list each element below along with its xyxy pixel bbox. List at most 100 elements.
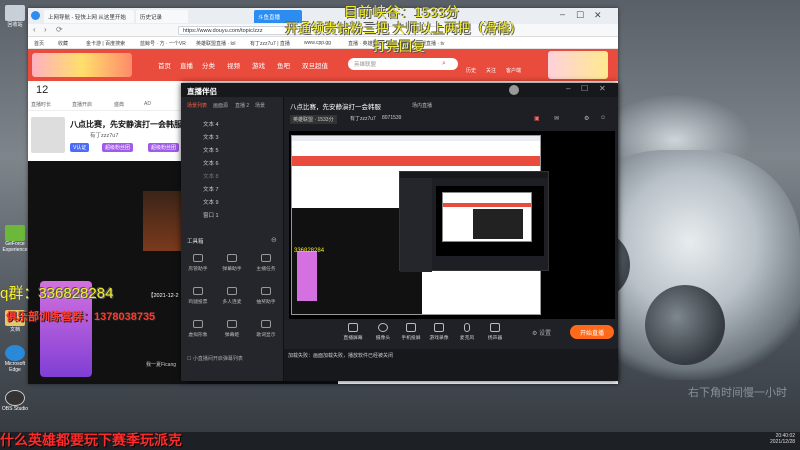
game-record-button[interactable]: 游戏录像	[428, 323, 450, 341]
checkbox-danmaku[interactable]: ☐ 小直播间开启弹幕列表	[187, 355, 243, 362]
tab-history[interactable]: 历史记录	[136, 10, 188, 23]
start-stream-button[interactable]: 开始直播	[570, 325, 614, 339]
badge: 超级粉丝团	[148, 143, 180, 152]
close-icon[interactable]: ✕	[594, 10, 602, 21]
scene-item[interactable]: 文本 3	[185, 130, 281, 142]
nav-game[interactable]: 游戏	[252, 60, 265, 70]
tool-icon	[227, 254, 237, 262]
overlay-time-hint: 右下角时间慢一小时	[688, 387, 787, 399]
monitor-icon	[348, 323, 358, 332]
preview-deep-nest	[442, 192, 532, 242]
tool-button[interactable]: 主播任务	[253, 252, 279, 280]
scene-item[interactable]: 文本 8	[185, 169, 281, 181]
minimize-icon[interactable]: –	[566, 84, 570, 93]
bookmark-item[interactable]: 蓝鲸号 · 方 · 一个VR	[140, 40, 186, 47]
tool-button[interactable]: 鸡腿投票	[185, 285, 211, 313]
tab-live[interactable]: 直播 2	[235, 102, 249, 109]
phone-cast-button[interactable]: 手机投屏	[400, 323, 422, 341]
speaker-button[interactable]: 扬声器	[484, 323, 506, 341]
tab-nav[interactable]: 上网导航 - 轻快上网 从这里开始	[44, 10, 134, 23]
nav-fishbar[interactable]: 鱼吧	[277, 60, 290, 70]
camera-icon	[378, 323, 388, 332]
scene-item[interactable]: 文本 7	[185, 182, 281, 194]
tool-button[interactable]: 多人连麦	[219, 285, 245, 313]
edge-icon	[5, 345, 25, 361]
stream-preview[interactable]: 336828284	[289, 131, 615, 319]
camera-button[interactable]: 摄像头	[372, 323, 394, 341]
phone-icon	[406, 323, 416, 332]
tab-scene[interactable]: 场景	[255, 102, 265, 109]
microphone-icon	[464, 323, 470, 332]
settings-icon[interactable]: ⚙ 设置	[532, 328, 551, 337]
back-icon[interactable]: ‹	[33, 25, 36, 34]
toolbox-more-icon[interactable]: ⊖	[271, 236, 277, 244]
tab-sources[interactable]: 画面源	[213, 102, 228, 109]
video-caption: 我一夏Ficang	[146, 362, 177, 368]
tool-button[interactable]: 抽奖助手	[253, 285, 279, 313]
minimize-icon[interactable]: –	[560, 9, 565, 19]
stream-mode[interactable]: 场内直播	[412, 102, 432, 109]
streamer-avatar[interactable]	[31, 117, 65, 153]
tool-button[interactable]: 弹幕助手	[219, 252, 245, 280]
header-client[interactable]: 客户端	[506, 67, 521, 74]
stream-title[interactable]: 八点比赛，先安静演打一会韩服	[290, 101, 381, 111]
header-history[interactable]: 历史	[466, 67, 476, 74]
maximize-icon[interactable]: ☐	[581, 84, 588, 93]
video-player[interactable]: 【2021-12-2 我一夏Ficang	[28, 161, 188, 384]
user-icon[interactable]: ☺	[600, 115, 606, 121]
screen-capture-button[interactable]: 直播屏幕	[342, 323, 364, 341]
nav-home[interactable]: 首页	[158, 60, 171, 70]
desktop-icon-obs[interactable]: OBS Studio	[0, 390, 30, 412]
tool-button[interactable]: 虚拟形象	[185, 318, 211, 346]
search-icon[interactable]: ⌕	[442, 60, 446, 68]
tool-button[interactable]: 歌词显示	[253, 318, 279, 346]
tool-icon	[261, 320, 271, 328]
bookmark-item[interactable]: 金卡游 | 百度搜索	[86, 40, 125, 47]
maximize-icon[interactable]: ☐	[576, 10, 584, 21]
status-message: 加载失败：画面加载失败，播放软件已经被关闭	[288, 353, 394, 359]
settings-icon[interactable]: ⚙	[584, 115, 589, 122]
room-streamer-name[interactable]: 有丁zzz7u7	[90, 131, 118, 139]
forward-icon[interactable]: ›	[44, 25, 47, 34]
chat-icon[interactable]: ✉	[554, 115, 559, 122]
room-info: 八点比赛，先安静演打一会韩服 有丁zzz7u7 V认证 超级粉丝团 超级粉丝团	[28, 111, 188, 161]
preview-nested-app	[399, 171, 549, 272]
user-avatar[interactable]	[509, 85, 519, 95]
nav-live[interactable]: 直播	[180, 60, 193, 70]
gift-icon[interactable]: ▣	[534, 115, 540, 122]
close-icon[interactable]: ✕	[599, 84, 606, 93]
tool-button[interactable]: 弹幕姬	[219, 318, 245, 346]
nav-promo[interactable]: 双旦超值	[302, 60, 328, 70]
bookmark-item[interactable]: 英雄联盟直播 · lol	[196, 40, 235, 47]
bookmarks-bar: 首页 收藏 金卡游 | 百度搜索 蓝鲸号 · 方 · 一个VR 英雄联盟直播 ·…	[28, 37, 618, 49]
desktop-icon-recycle-bin[interactable]: 回收站	[0, 5, 30, 28]
nav-video[interactable]: 视频	[227, 60, 240, 70]
app-titlebar: 直播伴侣 – ☐ ✕	[181, 83, 618, 97]
promo-banner[interactable]	[548, 51, 608, 79]
tool-button[interactable]: 房管助手	[185, 252, 211, 280]
bookmark-item[interactable]: 有丁zzz7u7 | 直播	[250, 40, 290, 47]
microphone-button[interactable]: 麦克风	[456, 323, 478, 341]
scene-item[interactable]: 文本 6	[185, 156, 281, 168]
stream-tag: 有丁zzz7u7	[350, 116, 376, 122]
scene-item[interactable]: 文本 9	[185, 195, 281, 207]
nav-category[interactable]: 分类	[202, 60, 215, 70]
bookmark-item[interactable]: 首页	[34, 40, 44, 47]
bookmark-item[interactable]: 收藏	[58, 40, 68, 47]
scene-item[interactable]: 窗口 1	[185, 208, 281, 220]
stat-item: 盛典	[114, 102, 125, 108]
tab-scene-list[interactable]: 场景列表	[187, 102, 207, 109]
stream-header: 八点比赛，先安静演打一会韩服 场内直播 英雄联盟 · 1533分 有丁zzz7u…	[284, 97, 618, 131]
desktop-icon-geforce[interactable]: GeForce Experience	[0, 225, 30, 253]
stream-tag: 8071539	[382, 115, 402, 121]
desktop-icon-edge[interactable]: Microsoft Edge	[0, 345, 30, 373]
scene-item[interactable]: 文本 5	[185, 143, 281, 155]
recycle-bin-icon	[5, 5, 25, 21]
bookmark-item[interactable]: www.cpp.gg	[304, 40, 331, 46]
preview-deep-header	[443, 203, 531, 207]
refresh-icon[interactable]: ⟳	[56, 25, 63, 34]
toolbox-label: 工具箱	[187, 239, 204, 245]
scene-item[interactable]: 文本 4	[185, 117, 281, 129]
taskbar-clock[interactable]: 20:40:02 2021/12/28	[770, 433, 795, 445]
header-follow[interactable]: 关注	[486, 67, 496, 74]
